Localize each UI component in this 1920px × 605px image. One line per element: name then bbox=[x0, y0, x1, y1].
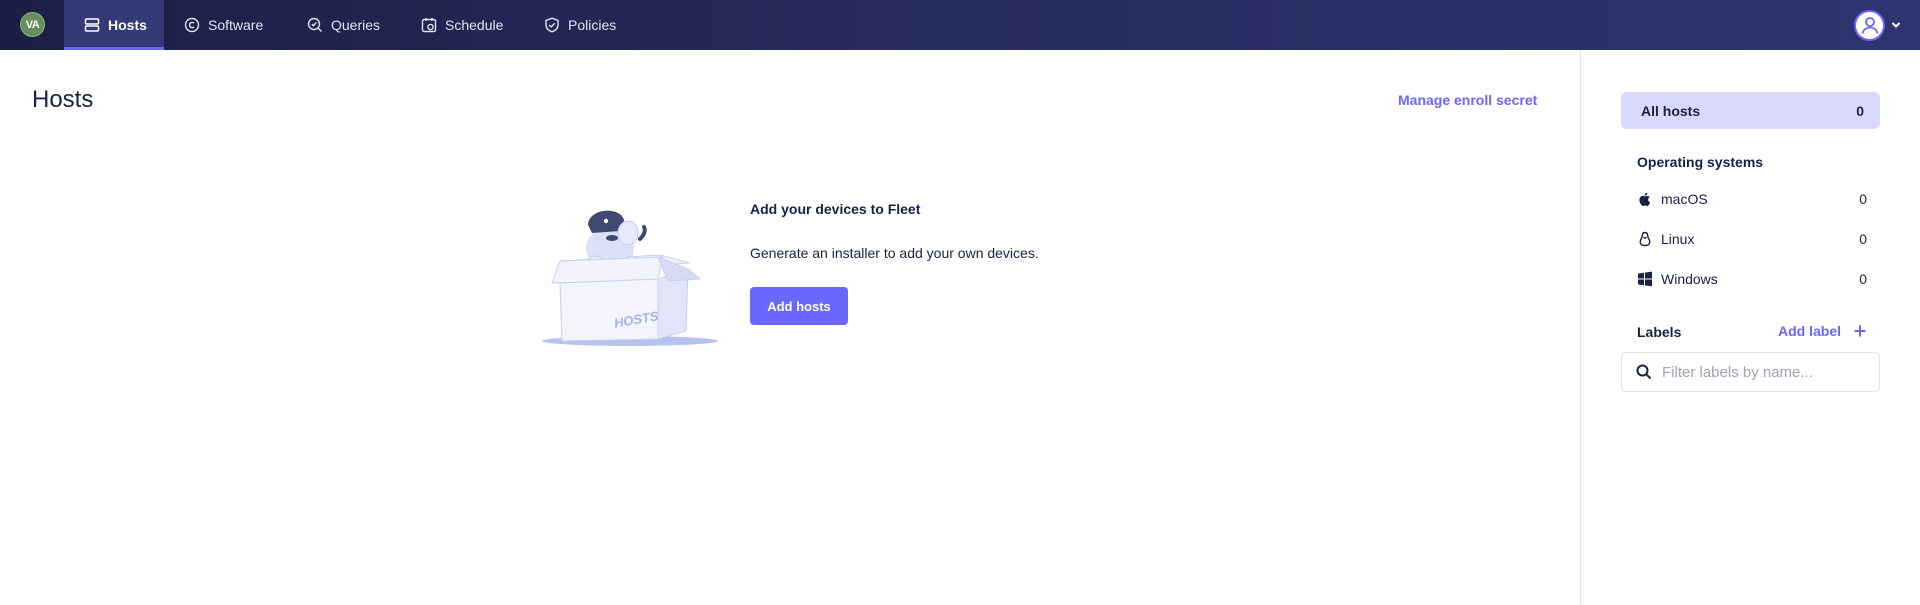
apple-icon bbox=[1637, 191, 1653, 207]
plus-icon bbox=[1853, 324, 1867, 338]
nav-label-policies: Policies bbox=[568, 17, 617, 33]
os-label-linux: Linux bbox=[1661, 231, 1695, 247]
page-title: Hosts bbox=[32, 86, 94, 113]
linux-icon bbox=[1637, 231, 1653, 247]
windows-icon bbox=[1637, 271, 1653, 287]
all-hosts-count: 0 bbox=[1856, 102, 1864, 119]
top-nav: VA Hosts Software Queries Schedule Polic… bbox=[0, 0, 1920, 50]
all-hosts-filter[interactable]: All hosts 0 bbox=[1621, 92, 1880, 129]
os-count-macos: 0 bbox=[1859, 191, 1867, 207]
nav-label-schedule: Schedule bbox=[445, 17, 504, 33]
empty-state-text: Generate an installer to add your own de… bbox=[750, 245, 1039, 261]
add-label-text: Add label bbox=[1778, 323, 1842, 339]
nav-label-hosts: Hosts bbox=[108, 17, 147, 33]
os-heading: Operating systems bbox=[1637, 154, 1764, 170]
user-menu[interactable] bbox=[1854, 9, 1901, 41]
nav-item-queries[interactable]: Queries bbox=[307, 0, 380, 50]
nav-item-schedule[interactable]: Schedule bbox=[421, 0, 503, 50]
nav-item-hosts[interactable]: Hosts bbox=[64, 0, 164, 50]
hosts-icon bbox=[84, 17, 100, 33]
add-label-button[interactable]: Add label bbox=[1778, 323, 1867, 339]
org-logo[interactable]: VA bbox=[20, 12, 45, 37]
os-item-windows[interactable]: Windows 0 bbox=[1637, 268, 1867, 290]
os-count-linux: 0 bbox=[1859, 231, 1867, 247]
queries-icon bbox=[307, 17, 323, 33]
nav-label-software: Software bbox=[208, 17, 264, 33]
nav-item-policies[interactable]: Policies bbox=[544, 0, 616, 50]
nav-item-software[interactable]: Software bbox=[184, 0, 263, 50]
software-icon bbox=[184, 17, 200, 33]
policies-icon bbox=[544, 17, 560, 33]
os-item-linux[interactable]: Linux 0 bbox=[1637, 228, 1867, 250]
os-label-windows: Windows bbox=[1661, 271, 1718, 287]
os-count-windows: 0 bbox=[1859, 271, 1867, 287]
nav-label-queries: Queries bbox=[331, 17, 381, 33]
all-hosts-label: All hosts bbox=[1641, 102, 1701, 119]
os-item-macos[interactable]: macOS 0 bbox=[1637, 188, 1867, 210]
org-initials: VA bbox=[25, 18, 40, 31]
manage-enroll-secret-link[interactable]: Manage enroll secret bbox=[1398, 92, 1537, 108]
chevron-down-icon[interactable] bbox=[1891, 20, 1901, 30]
add-hosts-button[interactable]: Add hosts bbox=[750, 287, 848, 325]
user-avatar-icon[interactable] bbox=[1854, 9, 1885, 41]
search-icon bbox=[1636, 364, 1652, 380]
label-search-input[interactable] bbox=[1662, 363, 1872, 381]
os-label-macos: macOS bbox=[1661, 191, 1708, 207]
labels-heading: Labels bbox=[1637, 324, 1682, 340]
side-panel-divider bbox=[1580, 50, 1581, 605]
empty-state-heading: Add your devices to Fleet bbox=[750, 201, 921, 217]
label-search-box bbox=[1621, 352, 1880, 392]
empty-hosts-illustration: HOSTS bbox=[540, 203, 720, 348]
schedule-icon bbox=[421, 17, 437, 33]
